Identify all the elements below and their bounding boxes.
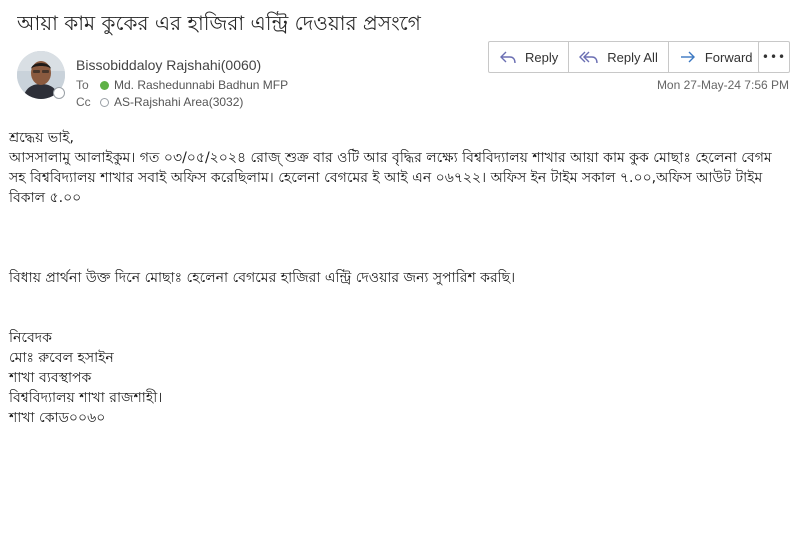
body-paragraph-1: আসসালামু আলাইকুম। গত ০৩/০৫/২০২৪ রোজ্ শুক…	[9, 150, 772, 206]
available-status-icon	[100, 80, 109, 90]
to-row: To Md. Rashedunnabi Badhun MFP	[76, 77, 288, 93]
received-timestamp: Mon 27-May-24 7:56 PM	[656, 78, 789, 92]
to-recipient[interactable]: Md. Rashedunnabi Badhun MFP	[114, 78, 288, 92]
salutation: শ্রদ্ধেয় ভাই,	[9, 130, 74, 146]
body-paragraph-2: বিধায় প্রার্থনা উক্ত দিনে মোছাঃ হেলেনা …	[9, 270, 516, 286]
email-subject: আয়া কাম কুকের এর হাজিরা এন্ট্রি দেওয়ার…	[17, 11, 421, 35]
message-body: শ্রদ্ধেয় ভাই, আসসালামু আলাইকুম। গত ০৩/০…	[9, 128, 789, 428]
signature-line: নিবেদক	[9, 330, 52, 346]
reply-icon	[500, 51, 516, 64]
cc-row: Cc AS-Rajshahi Area(3032)	[76, 94, 243, 110]
signature-line: শাখা কোড০০৬০	[9, 410, 106, 426]
signature-line: শাখা ব্যবস্থাপক	[9, 370, 92, 386]
reply-all-label: Reply All	[607, 49, 658, 65]
reply-all-icon	[579, 51, 598, 64]
more-actions-button[interactable]: •••	[758, 41, 790, 73]
forward-button[interactable]: Forward	[669, 42, 763, 72]
reply-button[interactable]: Reply	[489, 42, 570, 72]
signature-line: বিশ্ববিদ্যালয় শাখা রাজশাহী।	[9, 390, 163, 406]
signature-line: মোঃ রুবেল হসাইন	[9, 350, 114, 366]
reply-all-button[interactable]: Reply All	[569, 42, 669, 72]
sender-name[interactable]: Bissobiddaloy Rajshahi(0060)	[76, 57, 261, 73]
cc-label: Cc	[76, 95, 91, 109]
presence-status-icon	[53, 87, 65, 99]
offline-status-icon	[100, 97, 109, 107]
reply-label: Reply	[525, 49, 559, 65]
cc-recipient[interactable]: AS-Rajshahi Area(3032)	[114, 95, 243, 109]
message-actions: Reply Reply All Forward	[488, 41, 764, 73]
forward-label: Forward	[704, 49, 753, 65]
to-label: To	[76, 78, 89, 92]
more-icon: •••	[761, 50, 787, 64]
forward-icon	[680, 51, 695, 63]
